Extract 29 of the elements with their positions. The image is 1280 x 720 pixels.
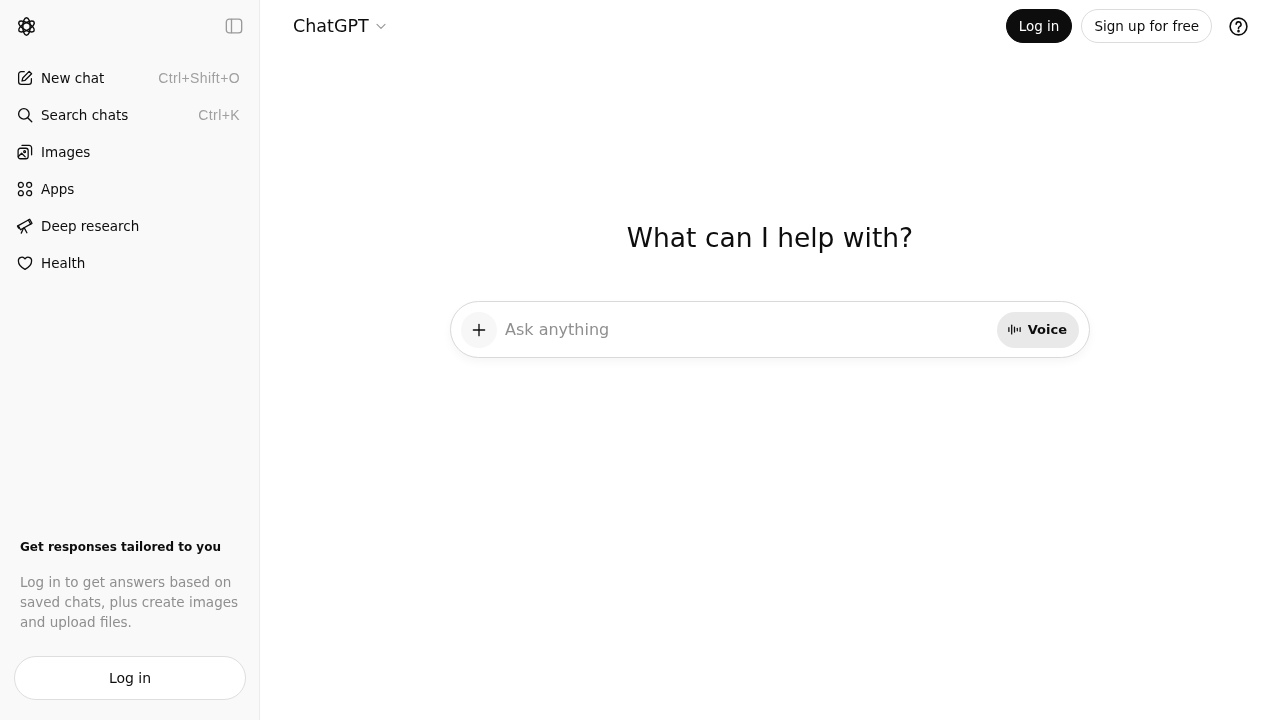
sidebar-item[interactable]: Deep research: [6, 208, 150, 244]
logo-icon[interactable]: [16, 15, 37, 37]
page-heading: What can I help with?: [626, 221, 914, 255]
login-button[interactable]: Log in: [14, 656, 246, 700]
grid-icon: [16, 180, 34, 198]
sidebar-item[interactable]: Apps: [6, 171, 85, 207]
help-icon[interactable]: [1228, 15, 1249, 37]
add-button[interactable]: [461, 311, 497, 348]
promo-text: Log in to get answers based on saved chats, plus create images and upload files.: [19, 573, 240, 632]
shortcut-hint: Ctrl+Shift+O: [158, 70, 240, 86]
search-icon: [16, 106, 34, 124]
sidebar-toggle-icon[interactable]: [224, 16, 244, 36]
pencil-square-icon: [16, 69, 34, 87]
shortcut-hint: Ctrl+K: [198, 107, 240, 123]
promo-title: Get responses tailored to you: [19, 539, 222, 556]
pictures-icon: [16, 143, 34, 161]
sidebar-item[interactable]: Images: [6, 134, 101, 170]
voice-button[interactable]: Voice: [996, 311, 1079, 348]
model-selector[interactable]: ChatGPT: [285, 8, 397, 44]
message-input[interactable]: Ask anything: [497, 311, 997, 348]
waveform-icon: [1006, 322, 1022, 337]
message-composer[interactable]: Ask anything Voice: [450, 301, 1090, 358]
signup-button[interactable]: Sign up for free: [1081, 9, 1212, 43]
sidebar-item[interactable]: New chat: [6, 60, 115, 96]
heart-icon: [16, 254, 34, 272]
telescope-icon: [16, 217, 34, 235]
sidebar-item[interactable]: Health: [6, 245, 96, 281]
sidebar-item[interactable]: Search chats: [6, 97, 139, 133]
login-button[interactable]: Log in: [1005, 9, 1073, 43]
